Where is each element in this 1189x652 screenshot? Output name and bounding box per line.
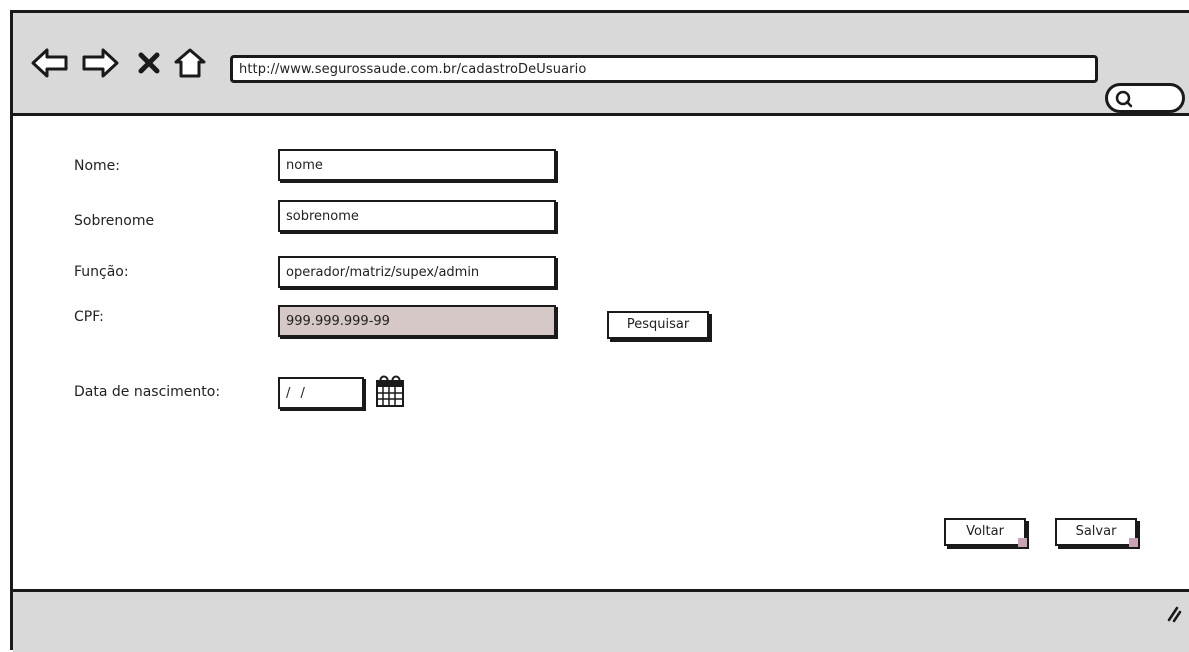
- nome-input[interactable]: nome: [278, 149, 556, 181]
- salvar-corner-mark: [1129, 538, 1138, 547]
- pesquisar-button[interactable]: Pesquisar: [607, 311, 709, 339]
- cpf-input[interactable]: 999.999.999-99: [278, 305, 556, 337]
- resize-grip-icon[interactable]: [1163, 604, 1183, 624]
- address-bar[interactable]: http://www.segurossaude.com.br/cadastroD…: [230, 55, 1098, 83]
- stop-icon[interactable]: [137, 51, 161, 75]
- sobrenome-label: Sobrenome: [74, 213, 155, 229]
- voltar-button[interactable]: Voltar: [944, 518, 1027, 547]
- sobrenome-input[interactable]: sobrenome: [278, 200, 556, 232]
- data-nascimento-label: Data de nascimento:: [74, 384, 221, 400]
- browser-toolbar: http://www.segurossaude.com.br/cadastroD…: [13, 13, 1189, 116]
- browser-window: http://www.segurossaude.com.br/cadastroD…: [10, 10, 1189, 652]
- calendar-icon[interactable]: [374, 375, 406, 409]
- status-bar: [13, 589, 1189, 652]
- nome-label: Nome:: [74, 158, 121, 174]
- cpf-label: CPF:: [74, 309, 104, 325]
- voltar-button-label: Voltar: [966, 524, 1004, 539]
- home-icon[interactable]: [173, 47, 207, 79]
- funcao-label: Função:: [74, 264, 129, 280]
- search-icon: [1115, 90, 1133, 108]
- back-arrow-icon[interactable]: [31, 47, 69, 79]
- funcao-input[interactable]: operador/matriz/supex/admin: [278, 256, 556, 288]
- salvar-button-label: Salvar: [1075, 524, 1117, 539]
- voltar-corner-mark: [1018, 538, 1027, 547]
- data-nascimento-input[interactable]: / /: [278, 377, 364, 409]
- browser-search-field[interactable]: [1105, 83, 1185, 113]
- forward-arrow-icon[interactable]: [81, 47, 119, 79]
- salvar-button[interactable]: Salvar: [1055, 518, 1138, 547]
